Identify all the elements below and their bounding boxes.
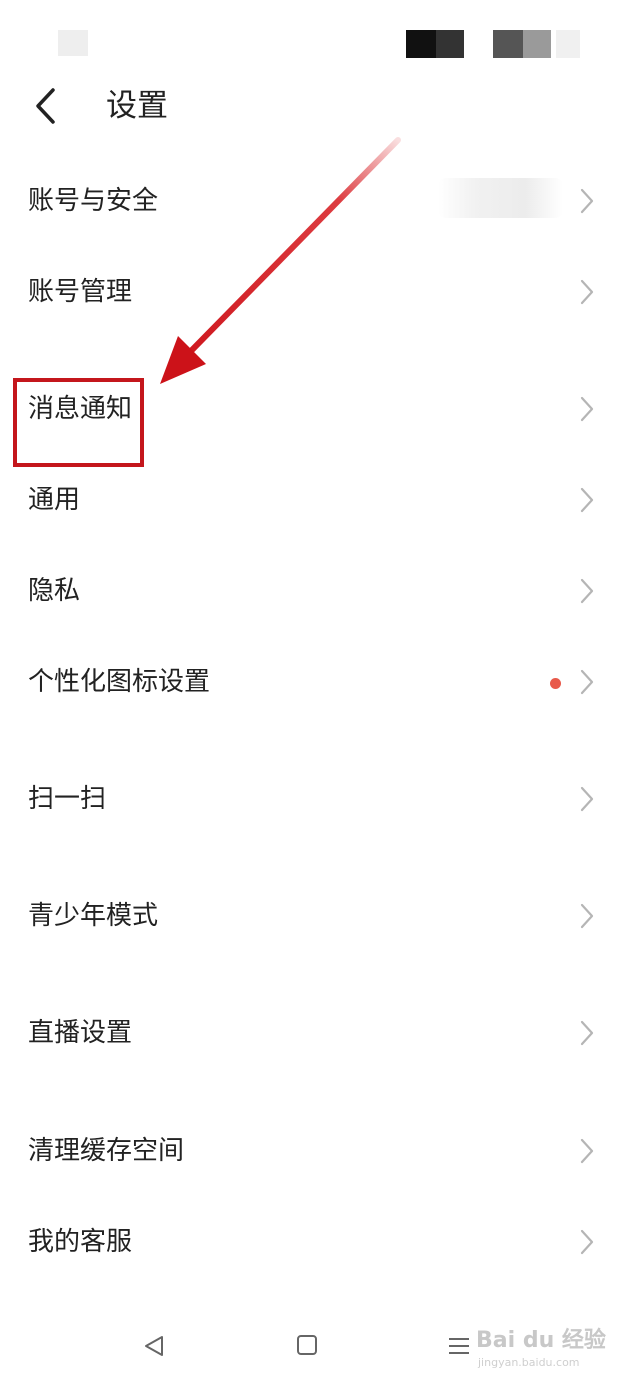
settings-item-label: 扫一扫 [28,784,107,814]
settings-item-customer-service[interactable]: 我的客服 [0,1207,620,1277]
settings-item-label: 个性化图标设置 [28,667,211,697]
settings-item-label: 账号管理 [28,277,133,307]
settings-item-label: 通用 [28,485,81,515]
settings-item-label: 直播设置 [28,1018,133,1048]
watermark: Bai du 经验 [476,1328,606,1353]
chevron-right-icon [580,903,594,929]
watermark-url: jingyan.baidu.com [478,1356,580,1369]
redacted-value [438,178,563,218]
status-redacted-block [556,30,580,58]
settings-item-label: 青少年模式 [28,901,159,931]
menu-lines-icon[interactable] [448,1336,470,1356]
home-square-icon[interactable] [297,1335,317,1355]
chevron-right-icon [580,188,594,214]
page-title: 设置 [106,88,168,124]
chevron-right-icon [580,279,594,305]
settings-item-general[interactable]: 通用 [0,465,620,535]
chevron-right-icon [580,786,594,812]
settings-item-label: 账号与安全 [28,186,159,216]
back-button[interactable] [26,82,66,130]
settings-item-privacy[interactable]: 隐私 [0,556,620,626]
header: 设置 [0,70,620,150]
chevron-right-icon [580,487,594,513]
chevron-right-icon [580,669,594,695]
chevron-right-icon [580,396,594,422]
system-nav-bar: Bai du 经验 jingyan.baidu.com [0,1300,620,1386]
chevron-right-icon [580,1020,594,1046]
chevron-right-icon [580,1138,594,1164]
settings-item-label: 隐私 [28,576,81,606]
settings-item-scan[interactable]: 扫一扫 [0,764,620,834]
settings-item-account-management[interactable]: 账号管理 [0,257,620,327]
status-redacted-block [523,30,551,58]
annotation-highlight-box [13,378,144,467]
chevron-right-icon [580,578,594,604]
settings-item-teen-mode[interactable]: 青少年模式 [0,881,620,951]
settings-item-account-security[interactable]: 账号与安全 [0,166,620,236]
chevron-left-icon [36,88,55,124]
settings-item-label: 清理缓存空间 [28,1136,185,1166]
status-redacted-block [436,30,464,58]
settings-item-live-settings[interactable]: 直播设置 [0,998,620,1068]
settings-item-clear-cache[interactable]: 清理缓存空间 [0,1116,620,1186]
settings-item-label: 我的客服 [28,1227,133,1257]
status-redacted-block [406,30,436,58]
status-redacted-block [493,30,523,58]
back-triangle-icon[interactable] [142,1334,166,1358]
status-bar [0,0,620,70]
status-redacted-left [58,30,88,56]
new-badge-dot [550,678,561,689]
chevron-right-icon [580,1229,594,1255]
settings-item-custom-icon[interactable]: 个性化图标设置 [0,647,620,717]
